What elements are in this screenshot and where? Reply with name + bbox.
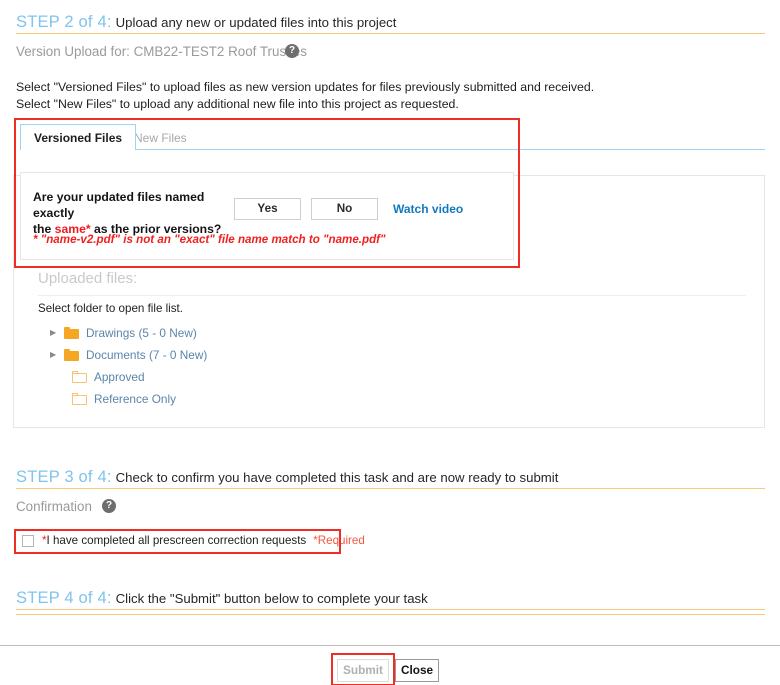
required-tag: *Required	[313, 534, 365, 547]
tree-item-label: Drawings (5 - 0 New)	[86, 326, 197, 340]
tree-item-drawings[interactable]: ▶ Drawings (5 - 0 New)	[50, 322, 197, 344]
confirmation-checkbox[interactable]	[22, 535, 34, 547]
select-folder-hint: Select folder to open file list.	[38, 302, 184, 315]
expand-arrow-icon[interactable]: ▶	[50, 351, 64, 359]
tree-item-label: Documents (7 - 0 New)	[86, 348, 208, 362]
step3-description: Check to confirm you have completed this…	[115, 470, 559, 485]
file-name-warning-text: * "name-v2.pdf" is not an "exact" file n…	[33, 233, 386, 246]
confirmation-label: *I have completed all prescreen correcti…	[42, 534, 365, 547]
step4-divider-top	[16, 609, 765, 610]
close-button[interactable]: Close	[395, 659, 439, 682]
help-circle-icon[interactable]: ?	[285, 44, 299, 58]
confirmation-row: *I have completed all prescreen correcti…	[14, 529, 365, 554]
tree-item-approved[interactable]: Approved	[72, 366, 145, 388]
tab-versioned-files[interactable]: Versioned Files	[20, 124, 137, 150]
step2-heading: STEP 2 of 4: Upload any new or updated fi…	[16, 14, 396, 31]
expand-arrow-icon[interactable]: ▶	[50, 329, 64, 337]
exact-name-question-text: Are your updated files named exactly the…	[33, 189, 238, 237]
yes-button[interactable]: Yes	[234, 198, 301, 220]
confirmation-subheading: Confirmation	[16, 499, 92, 514]
no-button[interactable]: No	[311, 198, 378, 220]
step4-label: STEP 4 of 4:	[16, 589, 112, 607]
exact-name-question-panel: Are your updated files named exactly the…	[20, 172, 514, 260]
folder-filled-icon	[64, 327, 79, 339]
step3-heading: STEP 3 of 4: Check to confirm you have co…	[16, 469, 558, 486]
version-upload-subheading: Version Upload for: CMB22-TEST2 Roof Tru…	[16, 44, 307, 59]
step3-label: STEP 3 of 4:	[16, 468, 112, 486]
question-line-1: Are your updated files named exactly	[33, 190, 205, 220]
step4-description: Click the "Submit" button below to compl…	[115, 591, 428, 606]
step3-divider	[16, 488, 765, 489]
folder-outline-icon	[72, 393, 87, 405]
confirmation-text: I have completed all prescreen correctio…	[46, 534, 307, 547]
instruction-line-2: Select "New Files" to upload any additio…	[16, 97, 459, 111]
watch-video-link[interactable]: Watch video	[393, 202, 463, 216]
step2-description: Upload any new or updated files into thi…	[115, 15, 397, 30]
version-upload-page: STEP 2 of 4: Upload any new or updated fi…	[0, 0, 780, 685]
folder-outline-icon	[72, 371, 87, 383]
help-circle-icon[interactable]: ?	[102, 499, 116, 513]
submit-button[interactable]: Submit	[337, 659, 389, 682]
uploaded-files-divider	[38, 295, 746, 296]
tree-item-label: Reference Only	[94, 392, 176, 406]
folder-filled-icon	[64, 349, 79, 361]
tree-item-documents[interactable]: ▶ Documents (7 - 0 New)	[50, 344, 207, 366]
instruction-line-1: Select "Versioned Files" to upload files…	[16, 80, 595, 94]
step2-label: STEP 2 of 4:	[16, 13, 112, 31]
tree-item-reference-only[interactable]: Reference Only	[72, 388, 176, 410]
step4-divider-bottom	[16, 614, 765, 615]
tree-item-label: Approved	[94, 370, 145, 384]
footer-divider	[0, 645, 780, 646]
uploaded-files-title: Uploaded files:	[38, 270, 138, 287]
step2-divider	[16, 33, 765, 34]
step4-heading: STEP 4 of 4: Click the "Submit" button be…	[16, 590, 428, 607]
